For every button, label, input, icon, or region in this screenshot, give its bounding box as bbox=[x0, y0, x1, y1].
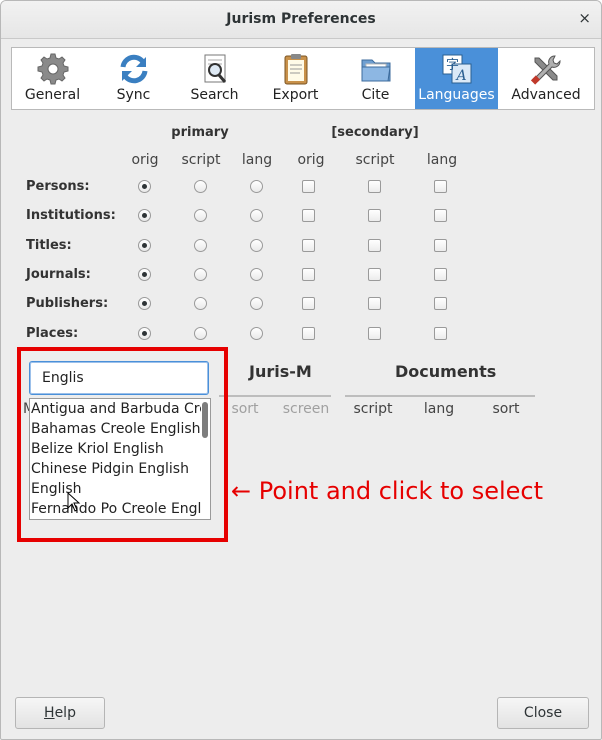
primary-group-label: primary bbox=[171, 125, 229, 140]
row-label: Places: bbox=[26, 326, 79, 341]
secondary-orig-checkbox[interactable] bbox=[302, 239, 315, 252]
jurism-col-screen: screen bbox=[282, 401, 330, 417]
close-icon[interactable]: × bbox=[578, 9, 591, 27]
secondary-group-label: [secondary] bbox=[331, 125, 419, 140]
secondary-lang-checkbox[interactable] bbox=[434, 209, 447, 222]
primary-orig-radio[interactable] bbox=[138, 180, 151, 193]
tab-label: Advanced bbox=[511, 87, 581, 103]
folder-icon bbox=[361, 59, 391, 82]
primary-lang-radio[interactable] bbox=[250, 268, 263, 281]
row-label: Journals: bbox=[26, 267, 91, 282]
col-secondary-lang: lang bbox=[426, 152, 458, 168]
secondary-lang-checkbox[interactable] bbox=[434, 327, 447, 340]
tab-cite[interactable]: Cite bbox=[336, 48, 415, 109]
primary-script-radio[interactable] bbox=[194, 297, 207, 310]
secondary-orig-checkbox[interactable] bbox=[302, 327, 315, 340]
secondary-lang-checkbox[interactable] bbox=[434, 268, 447, 281]
secondary-orig-checkbox[interactable] bbox=[302, 268, 315, 281]
annotation-highlight-box bbox=[17, 347, 228, 542]
gear-icon bbox=[37, 53, 68, 85]
primary-lang-radio[interactable] bbox=[250, 180, 263, 193]
row-label: Publishers: bbox=[26, 296, 109, 311]
primary-script-radio[interactable] bbox=[194, 180, 207, 193]
tab-label: Export bbox=[272, 87, 319, 103]
help-button[interactable]: Help bbox=[15, 697, 105, 729]
tab-search[interactable]: Search bbox=[174, 48, 255, 109]
tab-advanced[interactable]: Advanced bbox=[498, 48, 594, 109]
translate-glyph-bottom: A bbox=[454, 68, 466, 84]
documents-col-script: script bbox=[353, 401, 393, 417]
tab-label: Languages bbox=[418, 87, 495, 103]
primary-script-radio[interactable] bbox=[194, 209, 207, 222]
row-label: Persons: bbox=[26, 179, 90, 194]
secondary-orig-checkbox[interactable] bbox=[302, 209, 315, 222]
secondary-script-checkbox[interactable] bbox=[368, 239, 381, 252]
tab-label: Cite bbox=[361, 87, 390, 103]
documents-col-sort: sort bbox=[492, 401, 520, 417]
row-label: Titles: bbox=[26, 238, 72, 253]
secondary-lang-checkbox[interactable] bbox=[434, 297, 447, 310]
tab-label: Search bbox=[190, 87, 239, 103]
primary-orig-radio[interactable] bbox=[138, 239, 151, 252]
primary-lang-radio[interactable] bbox=[250, 209, 263, 222]
col-primary-lang: lang bbox=[241, 152, 273, 168]
primary-orig-radio[interactable] bbox=[138, 268, 151, 281]
tools-icon bbox=[530, 55, 561, 85]
primary-orig-radio[interactable] bbox=[138, 327, 151, 340]
window-title: Jurism Preferences bbox=[226, 11, 376, 27]
documents-divider bbox=[345, 395, 535, 397]
primary-script-radio[interactable] bbox=[194, 327, 207, 340]
secondary-lang-checkbox[interactable] bbox=[434, 239, 447, 252]
translate-icon: 字 A bbox=[442, 54, 471, 84]
pref-toolbar: General Sync Search Export Cite 字 A Lang… bbox=[11, 47, 595, 110]
annotation-text: ← Point and click to select bbox=[231, 477, 544, 505]
tab-export[interactable]: Export bbox=[255, 48, 336, 109]
col-secondary-orig: orig bbox=[297, 152, 325, 168]
primary-lang-radio[interactable] bbox=[250, 239, 263, 252]
col-primary-script: script bbox=[181, 152, 221, 168]
col-secondary-script: script bbox=[355, 152, 395, 168]
secondary-lang-checkbox[interactable] bbox=[434, 180, 447, 193]
tab-sync[interactable]: Sync bbox=[93, 48, 174, 109]
title-bar: Jurism Preferences × bbox=[1, 1, 601, 39]
primary-lang-radio[interactable] bbox=[250, 297, 263, 310]
primary-orig-radio[interactable] bbox=[138, 209, 151, 222]
clipboard-icon bbox=[284, 54, 307, 85]
documents-col-lang: lang bbox=[423, 401, 455, 417]
secondary-script-checkbox[interactable] bbox=[368, 180, 381, 193]
secondary-script-checkbox[interactable] bbox=[368, 327, 381, 340]
preferences-window: Jurism Preferences × General Sync Search… bbox=[0, 0, 602, 740]
primary-script-radio[interactable] bbox=[194, 268, 207, 281]
tab-general[interactable]: General bbox=[12, 48, 93, 109]
tab-languages[interactable]: 字 A Languages bbox=[415, 48, 498, 109]
tab-label: General bbox=[24, 87, 81, 103]
jurism-section-title: Juris-M bbox=[249, 362, 312, 381]
row-label: Institutions: bbox=[26, 208, 116, 223]
secondary-orig-checkbox[interactable] bbox=[302, 180, 315, 193]
secondary-script-checkbox[interactable] bbox=[368, 297, 381, 310]
help-label: elp bbox=[54, 705, 76, 721]
primary-lang-radio[interactable] bbox=[250, 327, 263, 340]
tab-label: Sync bbox=[116, 87, 151, 103]
help-mnemonic: H bbox=[44, 705, 55, 721]
col-primary-orig: orig bbox=[131, 152, 159, 168]
close-button[interactable]: Close bbox=[497, 697, 589, 729]
primary-script-radio[interactable] bbox=[194, 239, 207, 252]
documents-section-title: Documents bbox=[395, 362, 497, 381]
secondary-orig-checkbox[interactable] bbox=[302, 297, 315, 310]
jurism-divider bbox=[219, 395, 331, 397]
secondary-script-checkbox[interactable] bbox=[368, 268, 381, 281]
search-icon bbox=[204, 54, 226, 83]
primary-orig-radio[interactable] bbox=[138, 297, 151, 310]
sync-icon bbox=[120, 54, 147, 84]
secondary-script-checkbox[interactable] bbox=[368, 209, 381, 222]
